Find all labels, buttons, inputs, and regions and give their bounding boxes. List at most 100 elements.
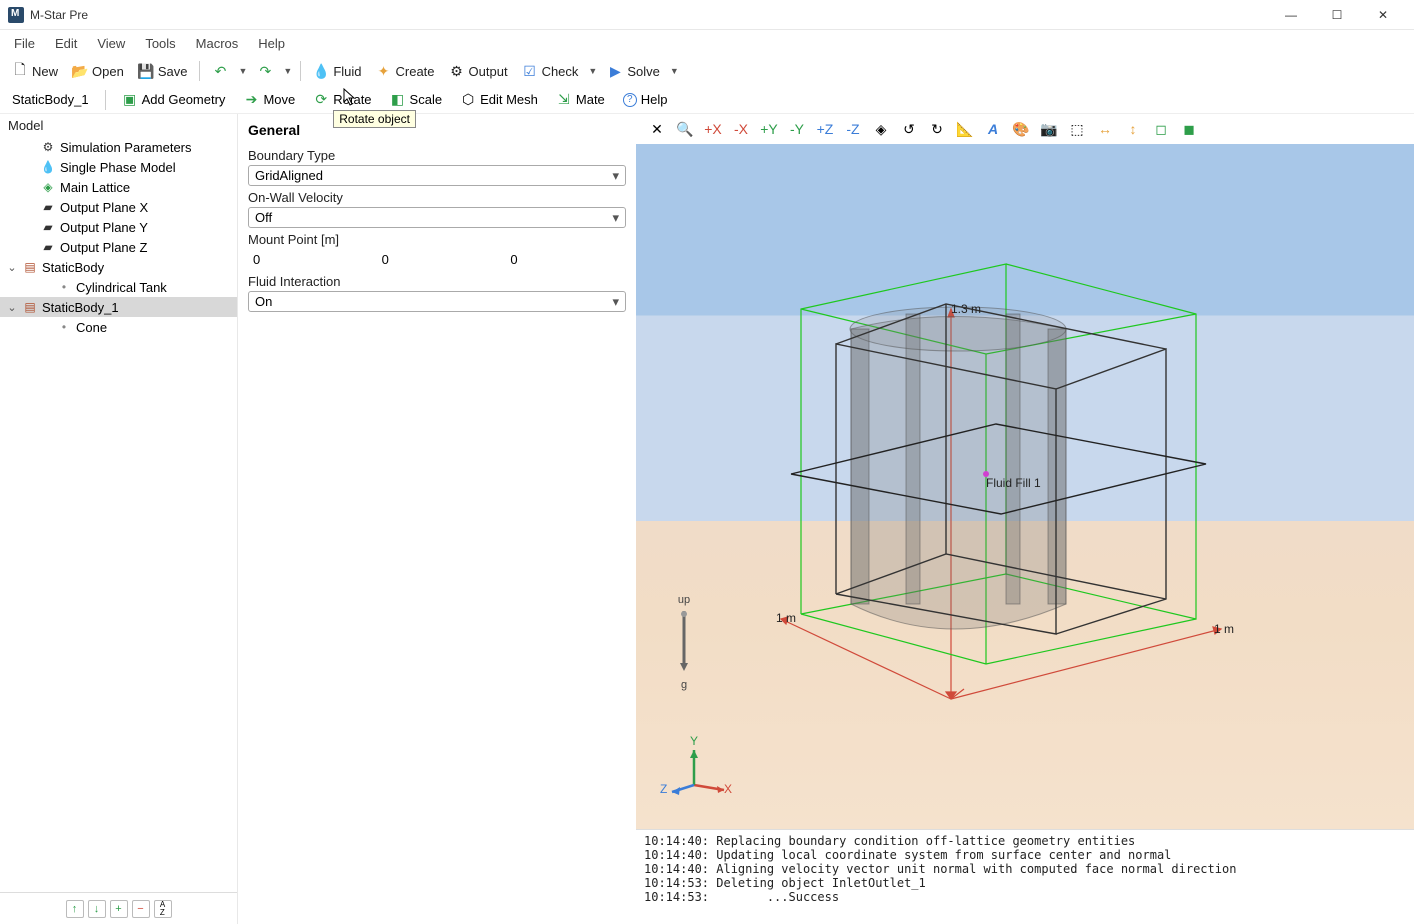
undo-dropdown[interactable]: ▼ — [236, 66, 249, 76]
tree-item-label: Output Plane Z — [60, 240, 147, 255]
tree-item-single-phase-model[interactable]: 💧Single Phase Model — [0, 157, 237, 177]
dim-top-label: 1.3 m — [951, 302, 981, 316]
rotate-icon: ⟳ — [313, 92, 329, 108]
tree-item-simulation-parameters[interactable]: ⚙Simulation Parameters — [0, 137, 237, 157]
text-icon[interactable]: A — [982, 118, 1004, 140]
measure-icon[interactable]: 📐 — [954, 118, 976, 140]
menu-file[interactable]: File — [4, 33, 45, 54]
maximize-button[interactable]: ☐ — [1314, 0, 1360, 30]
model-tree[interactable]: ⚙Simulation Parameters💧Single Phase Mode… — [0, 137, 237, 892]
undo-icon: ↶ — [212, 63, 228, 79]
fluid-interaction-select[interactable]: On — [248, 291, 626, 312]
add-geometry-button[interactable]: ▣Add Geometry — [116, 90, 232, 110]
sort-button[interactable]: AZ — [154, 900, 172, 918]
new-button[interactable]: 🗋 New — [6, 61, 64, 81]
axis-nz-icon[interactable]: -Z — [842, 118, 864, 140]
palette-icon[interactable]: 🎨 — [1010, 118, 1032, 140]
rot-cw-icon[interactable]: ↻ — [926, 118, 948, 140]
save-button[interactable]: 💾Save — [132, 61, 194, 81]
tree-item-label: Simulation Parameters — [60, 140, 192, 155]
open-button[interactable]: 📂Open — [66, 61, 130, 81]
mate-button[interactable]: ⇲Mate — [550, 90, 611, 110]
redo-button[interactable]: ↷ — [251, 61, 279, 81]
new-label: New — [32, 64, 58, 79]
rot-ccw-icon[interactable]: ↺ — [898, 118, 920, 140]
iso-icon[interactable]: ◈ — [870, 118, 892, 140]
tree-item-output-plane-z[interactable]: ▰Output Plane Z — [0, 237, 237, 257]
help-icon: ? — [623, 93, 637, 107]
tree-footer: ↑ ↓ + − AZ — [0, 892, 237, 924]
axis-ny-icon[interactable]: -Y — [786, 118, 808, 140]
move-down-button[interactable]: ↓ — [88, 900, 106, 918]
new-icon: 🗋 — [12, 63, 28, 79]
fluid-button[interactable]: 💧Fluid — [307, 61, 367, 81]
menu-macros[interactable]: Macros — [186, 33, 249, 54]
zoom-icon[interactable]: 🔍 — [674, 118, 696, 140]
ruler-v-icon[interactable]: ↕ — [1122, 118, 1144, 140]
tree-item-main-lattice[interactable]: ◈Main Lattice — [0, 177, 237, 197]
solve-button[interactable]: ▶Solve — [601, 61, 666, 81]
console-output[interactable]: 10:14:40: Replacing boundary condition o… — [636, 829, 1414, 924]
edit-mesh-button[interactable]: ⬡Edit Mesh — [454, 90, 544, 110]
on-wall-select[interactable]: Off — [248, 207, 626, 228]
brick-icon: ▤ — [22, 299, 38, 315]
mount-y-input[interactable]: 0 — [377, 249, 498, 270]
properties-heading: General — [248, 122, 626, 138]
viewport-toolbar: ✕ 🔍 +X -X +Y -Y +Z -Z ◈ ↺ ↻ 📐 A 🎨 📷 ⬚ ↔ … — [636, 114, 1414, 144]
axis-nx-icon[interactable]: -X — [730, 118, 752, 140]
tree-item-cylindrical-tank[interactable]: •Cylindrical Tank — [0, 277, 237, 297]
menu-help[interactable]: Help — [248, 33, 295, 54]
add-button[interactable]: + — [110, 900, 128, 918]
mount-z-input[interactable]: 0 — [505, 249, 626, 270]
box-green-icon[interactable]: ◻ — [1150, 118, 1172, 140]
menu-edit[interactable]: Edit — [45, 33, 87, 54]
help-button[interactable]: ?Help — [617, 90, 674, 109]
solve-dropdown[interactable]: ▼ — [668, 66, 681, 76]
move-button[interactable]: ➔Move — [237, 90, 301, 110]
axis-py-icon[interactable]: +Y — [758, 118, 780, 140]
toolbar-main: 🗋New 📂Open 💾Save ↶ ▼ ↷ ▼ 💧Fluid ✦Create … — [0, 56, 1414, 86]
wire-icon[interactable]: ⬚ — [1066, 118, 1088, 140]
tree-item-staticbody[interactable]: ⌄▤StaticBody — [0, 257, 237, 277]
toolbar-context: StaticBody_1 ▣Add Geometry ➔Move ⟳Rotate… — [0, 86, 1414, 114]
tree-item-output-plane-x[interactable]: ▰Output Plane X — [0, 197, 237, 217]
tree-item-label: Single Phase Model — [60, 160, 176, 175]
fit-icon[interactable]: ✕ — [646, 118, 668, 140]
solve-label: Solve — [627, 64, 660, 79]
output-button[interactable]: ⚙Output — [443, 61, 514, 81]
viewport-3d[interactable]: Fluid Fill 1 1.3 m 1 m 1 m up g — [636, 144, 1414, 829]
axis-px-icon[interactable]: +X — [702, 118, 724, 140]
tree-item-cone[interactable]: •Cone — [0, 317, 237, 337]
undo-button[interactable]: ↶ — [206, 61, 234, 81]
viewport-panel: ✕ 🔍 +X -X +Y -Y +Z -Z ◈ ↺ ↻ 📐 A 🎨 📷 ⬚ ↔ … — [636, 114, 1414, 924]
tree-item-output-plane-y[interactable]: ▰Output Plane Y — [0, 217, 237, 237]
scale-button[interactable]: ◧Scale — [384, 90, 449, 110]
tree-item-staticbody-1[interactable]: ⌄▤StaticBody_1 — [0, 297, 237, 317]
move-up-button[interactable]: ↑ — [66, 900, 84, 918]
context-object: StaticBody_1 — [6, 90, 95, 109]
expander-icon[interactable]: ⌄ — [6, 261, 18, 274]
ruler-h-icon[interactable]: ↔ — [1094, 118, 1116, 140]
mount-x-input[interactable]: 0 — [248, 249, 369, 270]
camera-icon[interactable]: 📷 — [1038, 118, 1060, 140]
boundary-type-value: GridAligned — [255, 168, 323, 183]
close-button[interactable]: ✕ — [1360, 0, 1406, 30]
separator — [199, 61, 200, 81]
menu-view[interactable]: View — [87, 33, 135, 54]
tree-item-label: Cone — [76, 320, 107, 335]
expander-icon[interactable]: ⌄ — [6, 301, 18, 314]
menu-tools[interactable]: Tools — [135, 33, 185, 54]
check-button[interactable]: ☑Check — [516, 61, 585, 81]
create-button[interactable]: ✦Create — [370, 61, 441, 81]
fluid-interaction-label: Fluid Interaction — [248, 274, 626, 289]
remove-button[interactable]: − — [132, 900, 150, 918]
boundary-type-label: Boundary Type — [248, 148, 626, 163]
boundary-type-select[interactable]: GridAligned — [248, 165, 626, 186]
redo-dropdown[interactable]: ▼ — [281, 66, 294, 76]
axis-pz-icon[interactable]: +Z — [814, 118, 836, 140]
rotate-button[interactable]: ⟳Rotate Rotate object — [307, 90, 377, 110]
check-icon: ☑ — [522, 63, 538, 79]
box-solid-icon[interactable]: ◼ — [1178, 118, 1200, 140]
minimize-button[interactable]: — — [1268, 0, 1314, 30]
check-dropdown[interactable]: ▼ — [586, 66, 599, 76]
